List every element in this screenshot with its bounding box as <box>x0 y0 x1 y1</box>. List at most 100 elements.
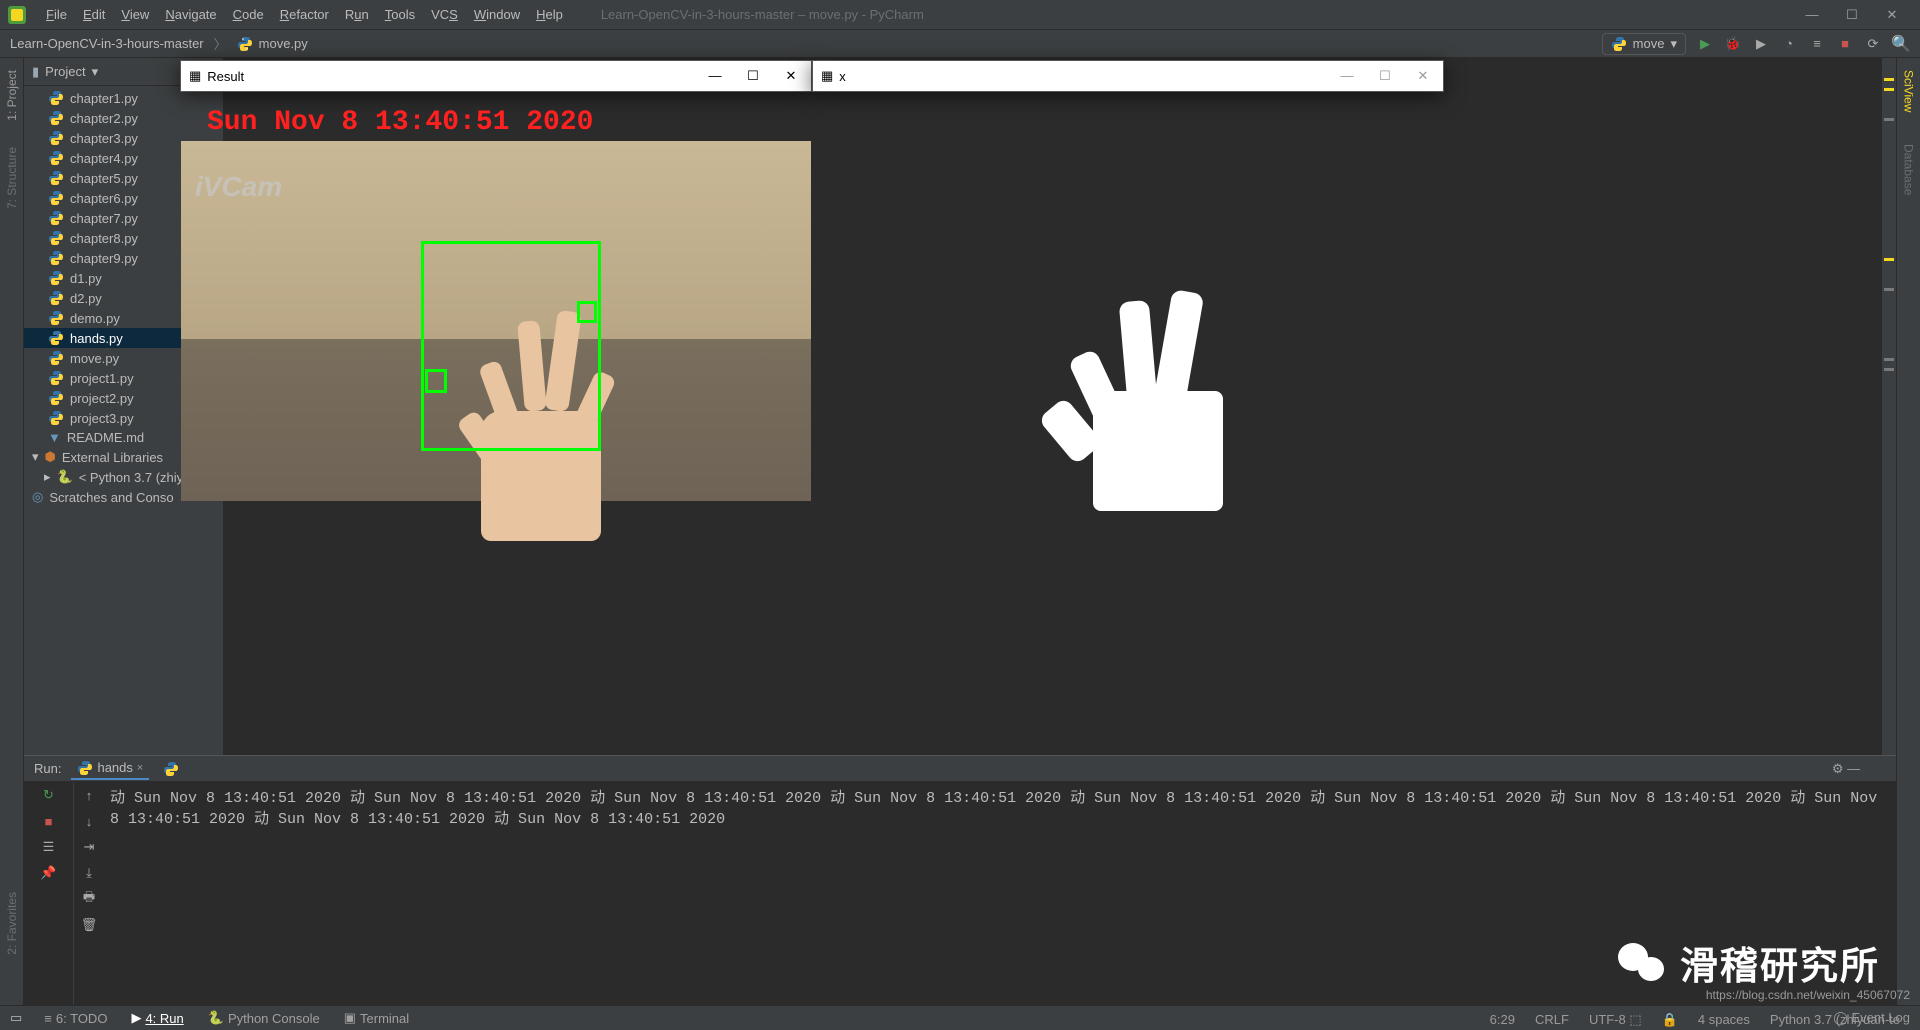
opencv-windows: ▦ Result — ☐ ✕ <box>180 60 1444 92</box>
statusbar-toggle-icon[interactable]: ▭ <box>10 1010 22 1026</box>
window-maximize[interactable]: ☐ <box>1373 68 1397 84</box>
cursor-position[interactable]: 6:29 <box>1490 1012 1515 1028</box>
menu-file[interactable]: File <box>38 3 75 26</box>
left-tool-rail: 1: Project 7: Structure 2: Favorites <box>0 58 24 1005</box>
folder-icon: ▮ <box>32 64 39 80</box>
status-lock-icon[interactable]: 🔒 <box>1662 1012 1678 1028</box>
breadcrumb-project[interactable]: Learn-OpenCV-in-3-hours-master <box>10 36 204 51</box>
opencv-window-title: Result <box>207 69 244 84</box>
menu-code[interactable]: Code <box>225 3 272 26</box>
window-close[interactable]: ✕ <box>1411 68 1435 84</box>
python-file-icon <box>77 760 93 776</box>
tree-file-label: project3.py <box>70 411 134 426</box>
stop-button[interactable]: ■ <box>1836 35 1854 53</box>
tree-file[interactable]: chapter2.py <box>24 108 223 128</box>
window-minimize[interactable]: — <box>1335 68 1359 84</box>
search-button[interactable]: 🔍 <box>1892 35 1910 53</box>
tree-file-label: hands.py <box>70 331 123 346</box>
menu-vcs[interactable]: VCS <box>423 3 466 26</box>
run-tool-window: Run: hands × ⚙ — ↻ ■ ☰ 📌 ↑ ↓ ⇥ ⤓ 🖶 🗑 动 S… <box>24 755 1896 1005</box>
indent[interactable]: 4 spaces <box>1698 1012 1750 1028</box>
python-file-icon <box>48 410 64 426</box>
tree-file-label: chapter5.py <box>70 171 138 186</box>
rail-database[interactable]: Database <box>1902 138 1916 201</box>
debug-button[interactable]: 🐞 <box>1724 35 1742 53</box>
tab-todo[interactable]: ≡ 6: TODO <box>40 1009 111 1028</box>
window-close[interactable]: ✕ <box>1872 3 1912 27</box>
python-file-icon <box>48 90 64 106</box>
run-config-select[interactable]: move ▾ <box>1602 33 1686 55</box>
breadcrumb-file[interactable]: move.py <box>259 36 308 51</box>
profile-button[interactable]: ◔ <box>1780 35 1798 53</box>
opencv-window-title: x <box>839 69 846 84</box>
close-icon[interactable]: × <box>137 762 143 774</box>
wechat-icon <box>1618 943 1668 983</box>
window-maximize[interactable]: ☐ <box>741 68 765 84</box>
tab-terminal[interactable]: ▣ Terminal <box>340 1008 413 1028</box>
frame-timestamp: Sun Nov 8 13:40:51 2020 <box>207 107 593 138</box>
tab-python-console[interactable]: 🐍 Python Console <box>204 1008 324 1028</box>
menu-run[interactable]: Run <box>337 3 377 26</box>
coverage-button[interactable]: ▶ <box>1752 35 1770 53</box>
python-file-icon <box>48 330 64 346</box>
opencv-window-mask[interactable]: ▦ x — ☐ ✕ <box>812 60 1444 92</box>
python-file-icon <box>163 761 179 777</box>
interpreter[interactable]: Python 3.7 (zhiyuan-te <box>1770 1012 1900 1028</box>
window-app-icon: ▦ <box>821 68 833 84</box>
opencv-window-result[interactable]: ▦ Result — ☐ ✕ <box>180 60 812 92</box>
scroll-icon[interactable]: ⤓ <box>80 864 98 882</box>
menu-window[interactable]: Window <box>466 3 528 26</box>
window-maximize[interactable]: ☐ <box>1832 3 1872 27</box>
wrap-icon[interactable]: ⇥ <box>80 838 98 856</box>
mask-frame <box>1043 291 1253 511</box>
pin-button[interactable]: 📌 <box>40 864 58 882</box>
tree-file-label: chapter7.py <box>70 211 138 226</box>
chevron-down-icon[interactable]: ▾ <box>92 64 99 80</box>
up-icon[interactable]: ↑ <box>80 786 98 804</box>
layout-button[interactable]: ☰ <box>40 838 58 856</box>
menu-navigate[interactable]: Navigate <box>157 3 224 26</box>
python-file-icon <box>1611 36 1627 52</box>
chevron-down-icon: ▾ <box>1670 36 1677 52</box>
menu-help[interactable]: Help <box>528 3 571 26</box>
tree-file-label: move.py <box>70 351 119 366</box>
menu-edit[interactable]: Edit <box>75 3 113 26</box>
blog-url-watermark: https://blog.csdn.net/weixin_45067072 <box>1706 988 1910 1002</box>
stop-button[interactable]: ■ <box>40 812 58 830</box>
encoding[interactable]: UTF-8 ⬚ <box>1589 1012 1642 1028</box>
python-file-icon <box>48 210 64 226</box>
defect-bbox <box>425 369 447 393</box>
rail-project[interactable]: 1: Project <box>5 64 19 127</box>
rerun-button[interactable]: ↻ <box>40 786 58 804</box>
status-extra: 6:29 CRLF UTF-8 ⬚ 🔒 4 spaces Python 3.7 … <box>1490 1012 1900 1028</box>
run-config-name: move <box>1633 36 1665 51</box>
defect-bbox <box>577 301 597 323</box>
concurrency-button[interactable]: ≡ <box>1808 35 1826 53</box>
python-file-icon <box>237 36 253 52</box>
window-minimize[interactable]: — <box>1792 3 1832 27</box>
menu-view[interactable]: View <box>113 3 157 26</box>
print-icon[interactable]: 🖶 <box>80 890 98 908</box>
right-tool-rail: SciView Database <box>1896 58 1920 1005</box>
run-tab-hands[interactable]: hands × <box>71 758 149 780</box>
update-button[interactable]: ⟳ <box>1864 35 1882 53</box>
rail-structure[interactable]: 7: Structure <box>5 141 19 215</box>
tree-file-label: chapter3.py <box>70 131 138 146</box>
breadcrumb-sep: 〉 <box>214 34 227 53</box>
rail-favorites[interactable]: 2: Favorites <box>5 886 19 961</box>
menu-tools[interactable]: Tools <box>377 3 423 26</box>
python-file-icon <box>48 370 64 386</box>
run-button[interactable]: ▶ <box>1696 35 1714 53</box>
python-file-icon <box>48 350 64 366</box>
down-icon[interactable]: ↓ <box>80 812 98 830</box>
rail-sciview[interactable]: SciView <box>1902 64 1916 118</box>
window-minimize[interactable]: — <box>703 68 727 84</box>
trash-icon[interactable]: 🗑 <box>80 916 98 934</box>
window-close[interactable]: ✕ <box>779 68 803 84</box>
menu-refactor[interactable]: Refactor <box>272 3 337 26</box>
tab-run[interactable]: ▶ 4: Run <box>127 1008 187 1028</box>
markdown-icon: ▼ <box>48 430 61 445</box>
line-separator[interactable]: CRLF <box>1535 1012 1569 1028</box>
gear-icon[interactable]: ⚙ — <box>1826 756 1866 782</box>
window-app-icon: ▦ <box>189 68 201 84</box>
